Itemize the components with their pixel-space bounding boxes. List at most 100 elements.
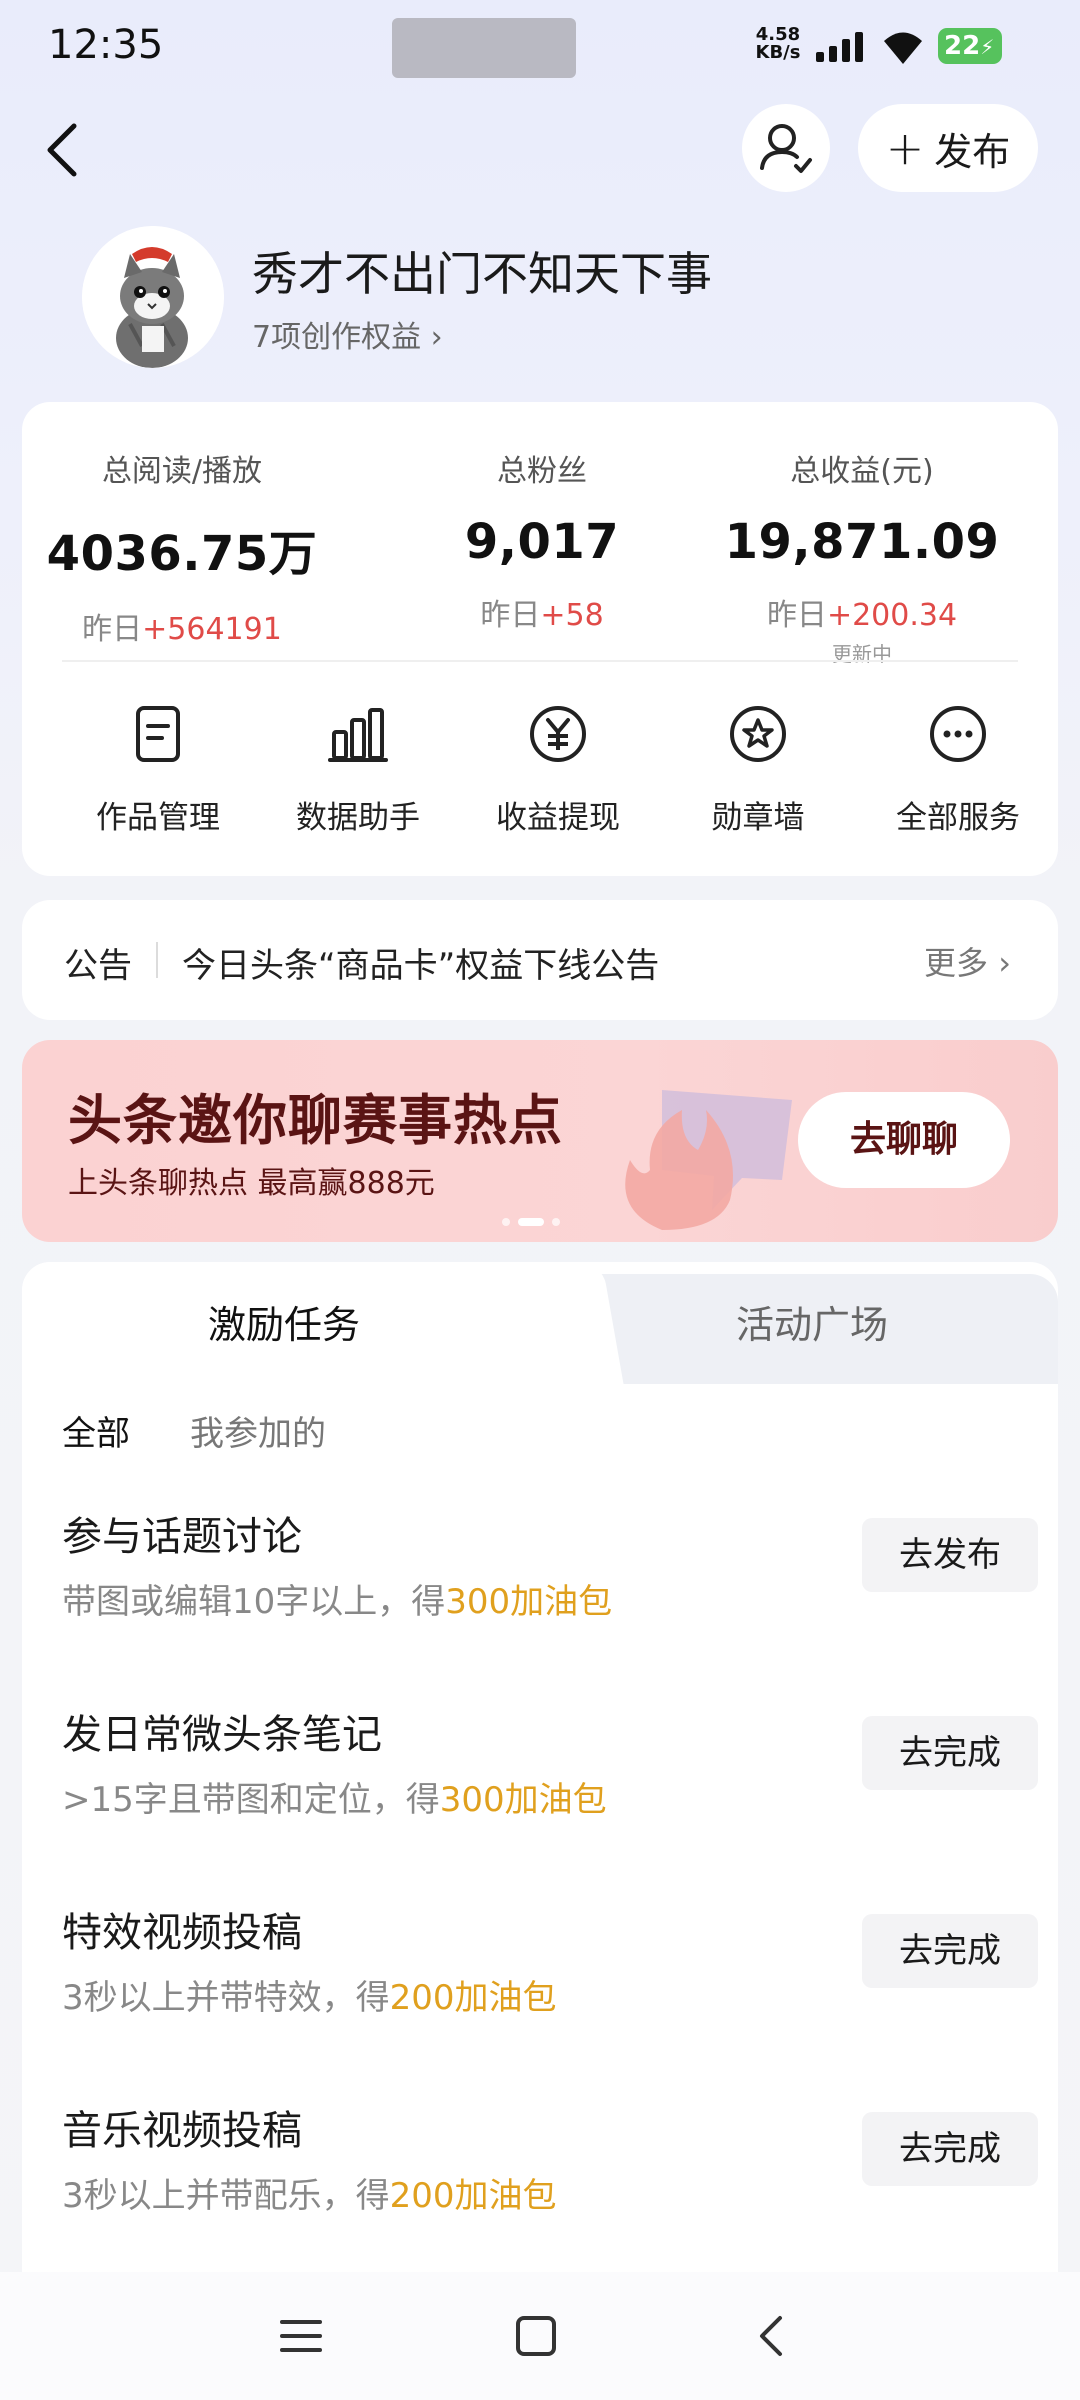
menu-icon[interactable] [278, 2316, 324, 2356]
announcement-more-link[interactable]: 更多 › [924, 938, 1011, 984]
stat-value: 19,871.09 [724, 514, 1000, 570]
carousel-dot [502, 1218, 510, 1226]
service-all-services[interactable]: 全部服务 [858, 702, 1058, 837]
chevron-right-icon: › [430, 320, 443, 355]
task-description: 3秒以上并带配乐，得200加油包 [62, 2168, 557, 2217]
stat-total-fans[interactable]: 总粉丝 9,017 昨日+58 [382, 446, 702, 634]
filter-all[interactable]: 全部 [62, 1406, 130, 1455]
stat-label: 总收益(元) [790, 454, 934, 489]
battery-level: 22 [944, 31, 981, 61]
task-item: 参与话题讨论 带图或编辑10字以上，得300加油包 去发布 [62, 1504, 1042, 1664]
medal-icon [730, 706, 786, 762]
yuan-coin-icon [530, 706, 586, 762]
service-label: 作品管理 [96, 800, 220, 836]
task-item: 特效视频投稿 3秒以上并带特效，得200加油包 去完成 [62, 1900, 1042, 2060]
carousel-indicator [502, 1218, 560, 1226]
tab-incentive-tasks[interactable]: 激励任务 [208, 1294, 360, 1349]
task-description: >15字且带图和定位，得300加油包 [62, 1772, 607, 1821]
stat-delta-value: +58 [540, 598, 604, 633]
task-title: 参与话题讨论 [62, 1514, 302, 1560]
divider [156, 942, 158, 978]
task-description: 3秒以上并带特效，得200加油包 [62, 1970, 557, 2019]
stat-total-reads[interactable]: 总阅读/播放 4036.75万 昨日+564191 [22, 446, 342, 648]
task-action-button[interactable]: 去发布 [862, 1518, 1038, 1592]
chevron-right-icon: › [998, 944, 1011, 982]
banner-cta-button[interactable]: 去聊聊 [798, 1092, 1010, 1188]
tasks-panel: 激励任务 活动广场 全部 我参加的 参与话题讨论 带图或编辑10字以上，得300… [22, 1262, 1058, 2272]
document-icon [136, 706, 180, 762]
announcement-bar[interactable]: 公告 今日头条“商品卡”权益下线公告 更多 › [22, 900, 1058, 1020]
back-button[interactable] [36, 110, 96, 190]
network-speed-unit: KB/s [755, 42, 801, 63]
stat-total-earnings[interactable]: 总收益(元) 19,871.09 昨日+200.34 更新中 [702, 446, 1022, 667]
publish-label: 发布 [934, 129, 1011, 174]
back-triangle-icon[interactable] [752, 2312, 792, 2360]
back-arrow-icon [47, 123, 77, 177]
home-square-icon[interactable] [514, 2314, 558, 2358]
task-reward: 300加油包 [439, 1780, 607, 1820]
stat-delta: 昨日+58 [382, 590, 702, 634]
service-earnings-withdraw[interactable]: 收益提现 [458, 702, 658, 837]
stat-delta: 昨日+564191 [22, 604, 342, 648]
task-reward: 200加油包 [389, 1978, 557, 2018]
task-action-button[interactable]: 去完成 [862, 1914, 1038, 1988]
battery-icon: 22⚡ [938, 28, 1002, 64]
service-works-management[interactable]: 作品管理 [58, 702, 258, 837]
divider [62, 660, 1018, 662]
user-name: 秀才不出门不知天下事 [252, 247, 712, 301]
promo-banner[interactable]: 头条邀你聊赛事热点 上头条聊热点 最高赢888元 去聊聊 [22, 1040, 1058, 1242]
cat-avatar-image [82, 226, 224, 368]
system-nav-bar [0, 2272, 1080, 2400]
service-label: 收益提现 [496, 800, 620, 836]
stat-delta-prefix: 昨日 [82, 612, 143, 647]
announcement-tag: 公告 [64, 946, 132, 986]
tab-activity-square[interactable]: 活动广场 [736, 1294, 888, 1349]
task-title: 音乐视频投稿 [62, 2108, 302, 2154]
task-reward: 300加油包 [445, 1582, 613, 1622]
camera-notch [392, 18, 576, 78]
service-label: 数据助手 [296, 800, 420, 836]
task-action-button[interactable]: 去完成 [862, 1716, 1038, 1790]
banner-subtitle: 上头条聊热点 最高赢888元 [68, 1166, 435, 1201]
task-action-button[interactable]: 去完成 [862, 2112, 1038, 2186]
stat-delta-value: +564191 [142, 612, 282, 647]
task-title: 发日常微头条笔记 [62, 1712, 382, 1758]
stat-delta-value: +200.34 [826, 598, 958, 633]
creator-benefits-link[interactable]: 7项创作权益 › [252, 312, 443, 356]
network-speed: 4.58 KB/s [752, 26, 804, 62]
stat-updating-note: 更新中 [832, 642, 892, 666]
task-reward: 200加油包 [389, 2176, 557, 2216]
status-bar: 12:35 4.58 KB/s 22⚡ [0, 0, 1080, 96]
signal-icon [816, 32, 863, 62]
task-title: 特效视频投稿 [62, 1910, 302, 1956]
publish-button[interactable]: + 发布 [858, 104, 1038, 192]
stat-label: 总粉丝 [497, 454, 587, 489]
stat-label: 总阅读/播放 [101, 454, 263, 489]
task-desc-text: >15字且带图和定位，得 [62, 1780, 440, 1820]
task-item: 音乐视频投稿 3秒以上并带配乐，得200加油包 去完成 [62, 2098, 1042, 2258]
service-label: 勋章墙 [711, 800, 805, 836]
service-data-assistant[interactable]: 数据助手 [258, 702, 458, 837]
task-description: 带图或编辑10字以上，得300加油包 [62, 1574, 612, 1623]
service-medal-wall[interactable]: 勋章墙 [658, 702, 858, 837]
wifi-icon [884, 32, 922, 64]
stat-value: 9,017 [464, 514, 620, 570]
carousel-dot [552, 1218, 560, 1226]
filter-joined[interactable]: 我参加的 [190, 1406, 326, 1455]
announcement-text[interactable]: 今日头条“商品卡”权益下线公告 [182, 938, 659, 987]
task-item: 发日常微头条笔记 >15字且带图和定位，得300加油包 去完成 [62, 1702, 1042, 1862]
stat-delta-prefix: 昨日 [480, 598, 541, 633]
user-check-icon [760, 124, 812, 173]
bar-chart-icon [328, 708, 388, 762]
task-desc-text: 3秒以上并带特效，得 [62, 1978, 390, 2018]
flame-chat-illustration [625, 1090, 792, 1230]
more-dots-icon [930, 706, 986, 762]
stat-delta: 昨日+200.34 [702, 590, 1022, 634]
task-desc-text: 带图或编辑10字以上，得 [62, 1582, 446, 1622]
plus-icon: + [885, 121, 925, 175]
avatar[interactable] [82, 226, 224, 368]
account-switch-button[interactable] [742, 104, 830, 192]
stats-card: 总阅读/播放 4036.75万 昨日+564191 总粉丝 9,017 昨日+5… [22, 402, 1058, 876]
carousel-dot-active [518, 1218, 544, 1226]
benefits-label: 7项创作权益 [252, 320, 422, 355]
